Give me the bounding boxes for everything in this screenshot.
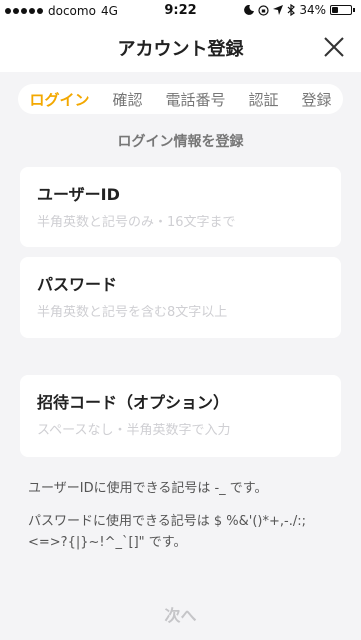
password-input[interactable] (37, 305, 327, 320)
password-label: パスワード (37, 275, 118, 294)
password-note: パスワードに使用できる記号は $ %&'()*+,-./:;<=>?{|}~!^… (28, 514, 306, 550)
status-icons: 34% (244, 3, 355, 17)
close-icon[interactable] (321, 34, 347, 60)
nav-bar: アカウント登録 (0, 22, 361, 72)
status-bar: docomo 4G 9:22 34% (0, 0, 361, 22)
section-title: ログイン情報を登録 (117, 134, 244, 150)
next-button[interactable]: 次へ (0, 602, 361, 626)
location-arrow-icon (273, 5, 284, 15)
user-id-input[interactable] (37, 215, 327, 230)
step-register: 登録 (301, 90, 332, 109)
invite-code-card: 招待コード（オプション） (20, 375, 341, 457)
step-confirm: 確認 (112, 90, 143, 109)
step-login: ログイン (29, 90, 90, 109)
user-id-card: ユーザーID (20, 167, 341, 247)
step-indicator: ログイン 確認 電話番号 認証 登録 (18, 84, 343, 114)
orientation-lock-icon (258, 4, 269, 16)
invite-code-input[interactable] (37, 423, 327, 438)
bluetooth-icon (287, 4, 296, 16)
user-id-label: ユーザーID (37, 185, 120, 204)
battery-icon (330, 5, 352, 15)
step-phone: 電話番号 (165, 90, 226, 109)
battery-percent: 34% (299, 3, 326, 17)
moon-icon (244, 5, 255, 15)
password-card: パスワード (20, 257, 341, 338)
step-verify: 認証 (248, 90, 279, 109)
user-id-note: ユーザーIDに使用できる記号は -_ です。 (28, 481, 268, 496)
battery-tip (353, 8, 355, 12)
invite-code-label: 招待コード（オプション） (37, 393, 230, 412)
page-title: アカウント登録 (117, 39, 244, 60)
